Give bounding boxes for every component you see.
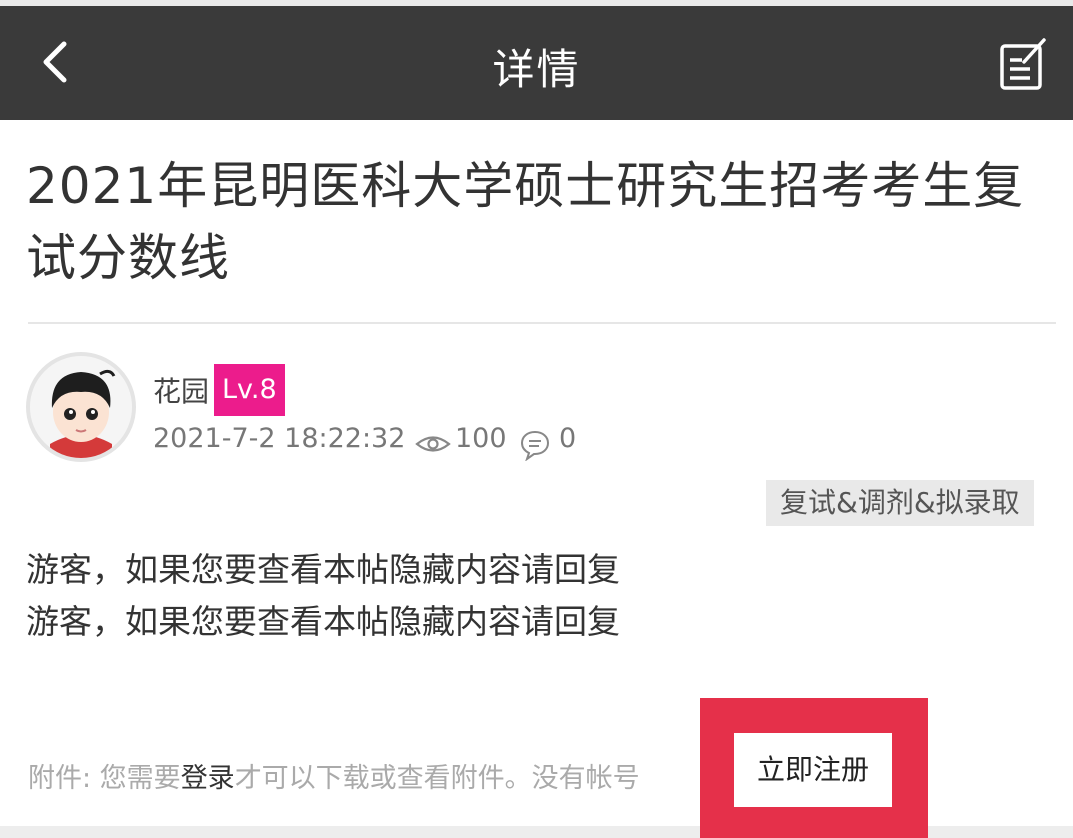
page: 详情 2021年昆明医科大学硕士研究生招考考生复试分数线 花园 Lv.8 202… <box>0 0 1073 838</box>
bottom-strip <box>928 826 1073 838</box>
header-bar: 详情 <box>0 6 1073 120</box>
register-button[interactable]: 立即注册 <box>734 733 892 807</box>
title-divider <box>28 322 1056 324</box>
category-tag[interactable]: 复试&调剂&拟录取 <box>766 480 1034 526</box>
page-title: 详情 <box>492 45 581 94</box>
post-timestamp: 2021-7-2 18:22:32 <box>153 423 406 454</box>
eye-icon <box>415 436 451 452</box>
compose-icon <box>1000 38 1046 90</box>
content-line: 游客，如果您要查看本帖隐藏内容请回复 <box>26 550 620 589</box>
content-line: 游客，如果您要查看本帖隐藏内容请回复 <box>26 602 620 641</box>
bottom-strip <box>0 826 700 838</box>
comment-icon <box>520 430 550 461</box>
attachment-notice: 附件: 您需要登录才可以下载或查看附件。没有帐号 <box>28 756 640 795</box>
author-name[interactable]: 花园 <box>153 370 209 410</box>
reply-count: 0 <box>559 423 577 454</box>
attachment-suffix: 才可以下载或查看附件。没有帐号 <box>234 763 640 794</box>
login-link[interactable]: 登录 <box>181 763 235 794</box>
avatar[interactable] <box>26 352 136 462</box>
post-content: 游客，如果您要查看本帖隐藏内容请回复 游客，如果您要查看本帖隐藏内容请回复 <box>26 544 620 648</box>
view-count: 100 <box>455 423 507 454</box>
post-title: 2021年昆明医科大学硕士研究生招考考生复试分数线 <box>26 157 1025 287</box>
compose-button[interactable] <box>996 36 1050 92</box>
avatar-cartoon-boy-icon <box>30 356 132 458</box>
attachment-prefix: 附件: 您需要 <box>28 763 181 794</box>
level-badge: Lv.8 <box>214 364 285 416</box>
